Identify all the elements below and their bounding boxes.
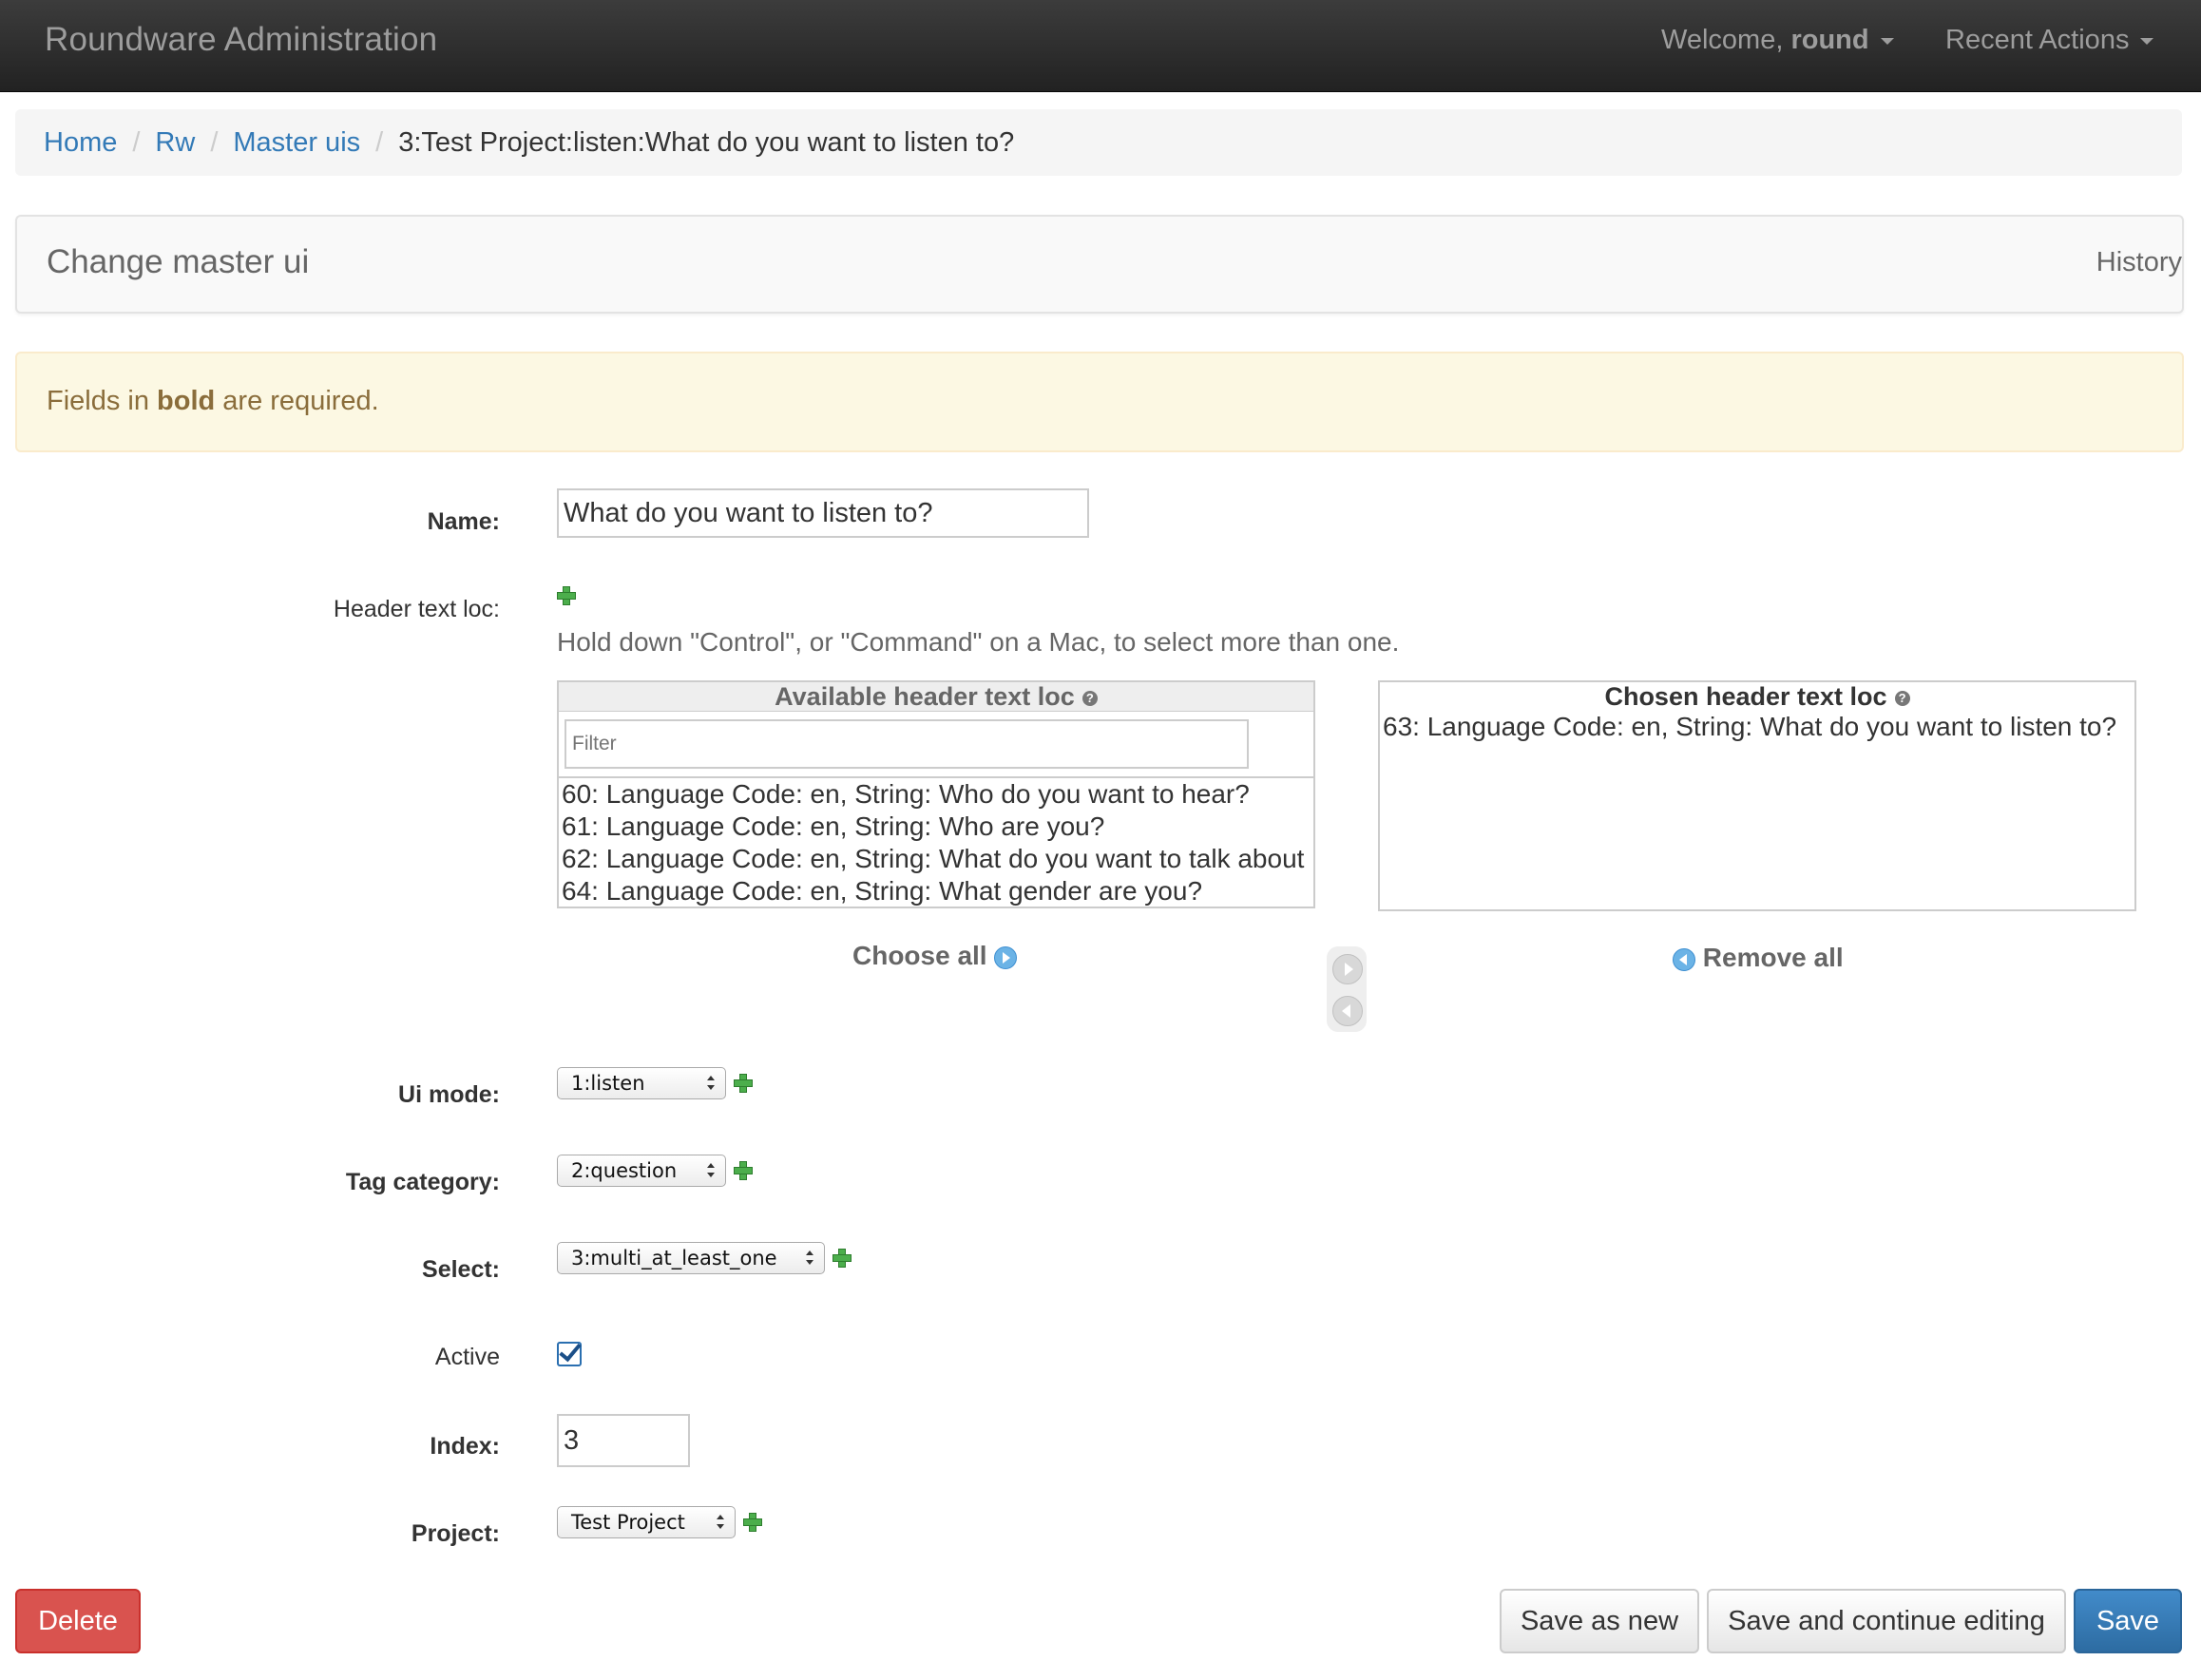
alert-prefix: Fields in — [47, 386, 158, 416]
index-field[interactable] — [557, 1414, 690, 1467]
active-checkbox[interactable] — [557, 1342, 582, 1366]
choose-all-link[interactable]: Choose all — [852, 941, 1018, 971]
choose-all-label: Choose all — [852, 941, 987, 970]
select-arrows-icon — [706, 1163, 716, 1180]
breadcrumb-separator: / — [132, 127, 141, 158]
chosen-title: Chosen header text loc? — [1380, 682, 2134, 711]
chosen-title-text: Chosen header text loc — [1604, 682, 1887, 711]
question-circle-icon: ? — [1894, 690, 1910, 706]
select-arrows-icon — [805, 1250, 814, 1268]
add-ui-mode-icon[interactable] — [734, 1074, 753, 1093]
multi-select-help: Hold down "Control", or "Command" on a M… — [557, 627, 1400, 657]
remove-all-label: Remove all — [1702, 943, 1844, 972]
user-menu[interactable]: Welcome, round — [1661, 25, 1894, 56]
caret-down-icon — [2140, 37, 2154, 45]
welcome-username: round — [1790, 25, 1869, 55]
available-options-list[interactable]: 60: Language Code: en, String: Who do yo… — [559, 778, 1313, 907]
remove-selected-button[interactable] — [1332, 996, 1363, 1026]
required-fields-alert: Fields in bold are required. — [15, 352, 2184, 452]
ui-mode-label: Ui mode: — [398, 1081, 500, 1108]
select-value: 3:multi_at_least_one — [571, 1247, 777, 1270]
question-circle-icon: ? — [1081, 690, 1098, 706]
breadcrumb-separator: / — [375, 127, 384, 158]
available-title-text: Available header text loc — [775, 682, 1075, 711]
alert-bold: bold — [157, 386, 216, 416]
recent-actions-menu[interactable]: Recent Actions — [1945, 25, 2154, 56]
list-item[interactable]: 64: Language Code: en, String: What gend… — [562, 875, 1311, 907]
select-label: Select: — [422, 1256, 500, 1283]
history-link[interactable]: History — [2096, 247, 2182, 278]
remove-all-link[interactable]: Remove all — [1673, 943, 1844, 973]
header-text-loc-label: Header text loc: — [333, 596, 500, 622]
add-project-icon[interactable] — [743, 1513, 762, 1532]
chosen-options-list[interactable]: 63: Language Code: en, String: What do y… — [1380, 711, 2134, 743]
alert-suffix: are required. — [215, 386, 379, 416]
top-navbar: Roundware Administration Welcome, round … — [0, 0, 2201, 92]
alert-text: Fields in bold are required. — [47, 386, 379, 417]
welcome-prefix: Welcome, — [1661, 25, 1791, 55]
project-select[interactable]: Test Project — [557, 1506, 736, 1538]
breadcrumb-separator: / — [210, 127, 219, 158]
ui-mode-value: 1:listen — [571, 1072, 645, 1095]
project-label: Project: — [411, 1520, 500, 1547]
select-select[interactable]: 3:multi_at_least_one — [557, 1242, 825, 1274]
selector-mover — [1327, 946, 1367, 1032]
recent-actions-label: Recent Actions — [1945, 25, 2130, 55]
add-select-icon[interactable] — [833, 1249, 852, 1268]
page-header-panel: Change master ui History — [15, 215, 2184, 314]
breadcrumb: Home / Rw / Master uis / 3:Test Project:listen… — [15, 109, 2182, 176]
active-label: Active — [434, 1344, 500, 1370]
list-item[interactable]: 62: Language Code: en, String: What do y… — [562, 843, 1311, 875]
name-field[interactable] — [557, 488, 1089, 538]
name-label: Name: — [427, 508, 500, 535]
caret-down-icon — [1880, 37, 1894, 45]
list-item[interactable]: 60: Language Code: en, String: Who do yo… — [562, 778, 1311, 811]
ui-mode-select[interactable]: 1:listen — [557, 1067, 726, 1099]
tag-category-select[interactable]: 2:question — [557, 1155, 726, 1187]
save-continue-button[interactable]: Save and continue editing — [1707, 1589, 2066, 1653]
available-selector: Available header text loc? 60: Language … — [557, 680, 1315, 908]
add-header-text-loc-icon[interactable] — [557, 586, 576, 605]
circle-arrow-right-icon — [994, 945, 1018, 969]
list-item[interactable]: 61: Language Code: en, String: Who are y… — [562, 811, 1311, 843]
available-title: Available header text loc? — [559, 682, 1313, 712]
tag-category-label: Tag category: — [345, 1169, 500, 1195]
add-selected-button[interactable] — [1332, 954, 1363, 984]
breadcrumb-home[interactable]: Home — [44, 127, 117, 158]
select-arrows-icon — [706, 1076, 716, 1093]
breadcrumb-model[interactable]: Master uis — [233, 127, 360, 158]
index-label: Index: — [430, 1433, 500, 1460]
breadcrumb-current: 3:Test Project:listen:What do you want t… — [398, 127, 1015, 158]
tag-category-value: 2:question — [571, 1159, 678, 1182]
select-arrows-icon — [716, 1515, 725, 1532]
filter-wrap — [559, 712, 1313, 778]
delete-button[interactable]: Delete — [15, 1589, 141, 1653]
save-as-new-button[interactable]: Save as new — [1500, 1589, 1699, 1653]
save-button[interactable]: Save — [2074, 1589, 2182, 1653]
chosen-selector: Chosen header text loc? 63: Language Cod… — [1378, 680, 2136, 911]
filter-input[interactable] — [565, 719, 1249, 769]
add-tag-category-icon[interactable] — [734, 1161, 753, 1180]
circle-arrow-left-icon — [1673, 947, 1695, 971]
site-brand[interactable]: Roundware Administration — [45, 21, 437, 59]
project-value: Test Project — [571, 1511, 685, 1534]
breadcrumb-app[interactable]: Rw — [155, 127, 195, 158]
list-item[interactable]: 63: Language Code: en, String: What do y… — [1383, 711, 2132, 743]
page-title: Change master ui — [47, 243, 310, 280]
